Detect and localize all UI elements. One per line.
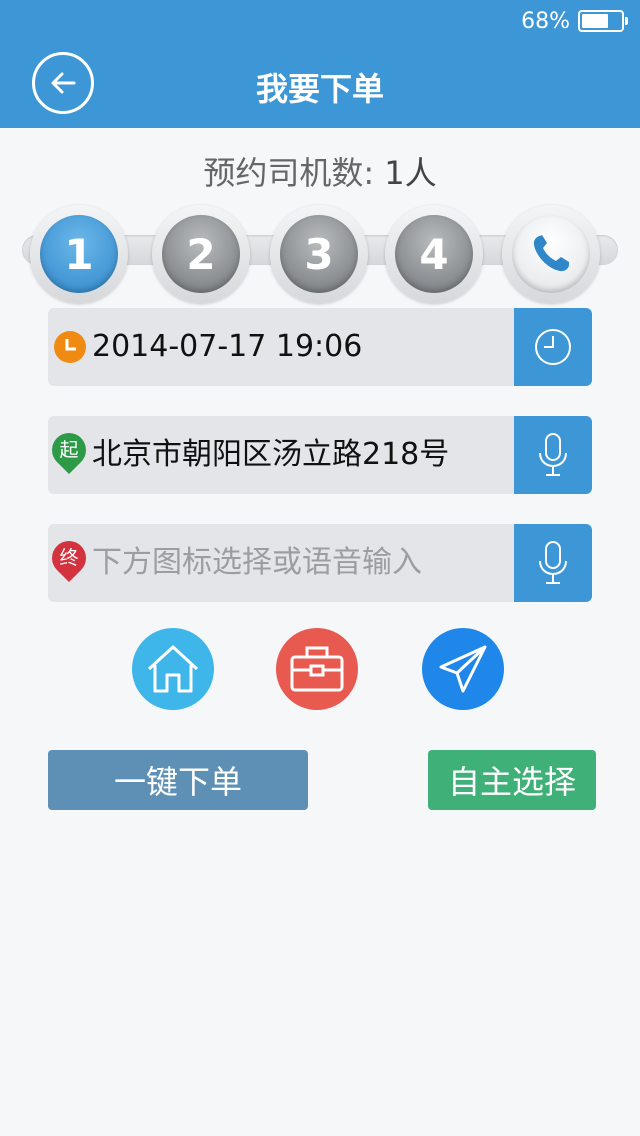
- step-3[interactable]: 3: [270, 205, 368, 303]
- navigate-button[interactable]: [422, 628, 504, 710]
- step-1[interactable]: 1: [30, 205, 128, 303]
- step-2[interactable]: 2: [152, 205, 250, 303]
- self-select-button[interactable]: 自主选择: [428, 750, 596, 810]
- step-4-label: 4: [395, 215, 473, 293]
- start-address-value: 北京市朝阳区汤立路218号: [92, 437, 450, 472]
- microphone-icon: [539, 541, 567, 584]
- step-1-label: 1: [40, 215, 118, 293]
- end-address-field[interactable]: 终 下方图标选择或语音输入: [48, 524, 592, 602]
- driver-count-row: 预约司机数: 1人: [0, 148, 640, 194]
- home-icon: [147, 645, 199, 693]
- one-click-order-button[interactable]: 一键下单: [48, 750, 308, 810]
- status-bar: 68%: [521, 8, 628, 34]
- end-address-placeholder: 下方图标选择或语音输入: [92, 545, 422, 580]
- work-button[interactable]: [276, 628, 358, 710]
- phone-icon: [533, 235, 569, 272]
- driver-count-label: 预约司机数:: [203, 154, 375, 192]
- start-address-field[interactable]: 起 北京市朝阳区汤立路218号: [48, 416, 592, 494]
- end-badge: 终: [59, 547, 79, 569]
- step-2-label: 2: [162, 215, 240, 293]
- time-picker-button[interactable]: [514, 308, 592, 386]
- microphone-icon: [539, 433, 567, 476]
- top-bar: 68% 我要下单: [0, 0, 640, 128]
- battery-icon: [578, 10, 628, 32]
- start-badge: 起: [59, 439, 79, 461]
- end-voice-button[interactable]: [514, 524, 592, 602]
- step-4[interactable]: 4: [385, 205, 483, 303]
- paper-plane-icon: [439, 645, 487, 693]
- battery-percent: 68%: [521, 8, 570, 34]
- step-call-ball: [512, 215, 590, 293]
- home-button[interactable]: [132, 628, 214, 710]
- page-title: 我要下单: [255, 70, 384, 108]
- clock-icon: [54, 331, 86, 363]
- step-call[interactable]: [502, 205, 600, 303]
- start-voice-button[interactable]: [514, 416, 592, 494]
- step-3-label: 3: [280, 215, 358, 293]
- driver-count-value: 1人: [384, 154, 437, 192]
- time-field[interactable]: 2014-07-17 19:06: [48, 308, 592, 386]
- time-value: 2014-07-17 19:06: [92, 329, 363, 364]
- briefcase-icon: [290, 646, 344, 692]
- clock-icon: [535, 329, 571, 365]
